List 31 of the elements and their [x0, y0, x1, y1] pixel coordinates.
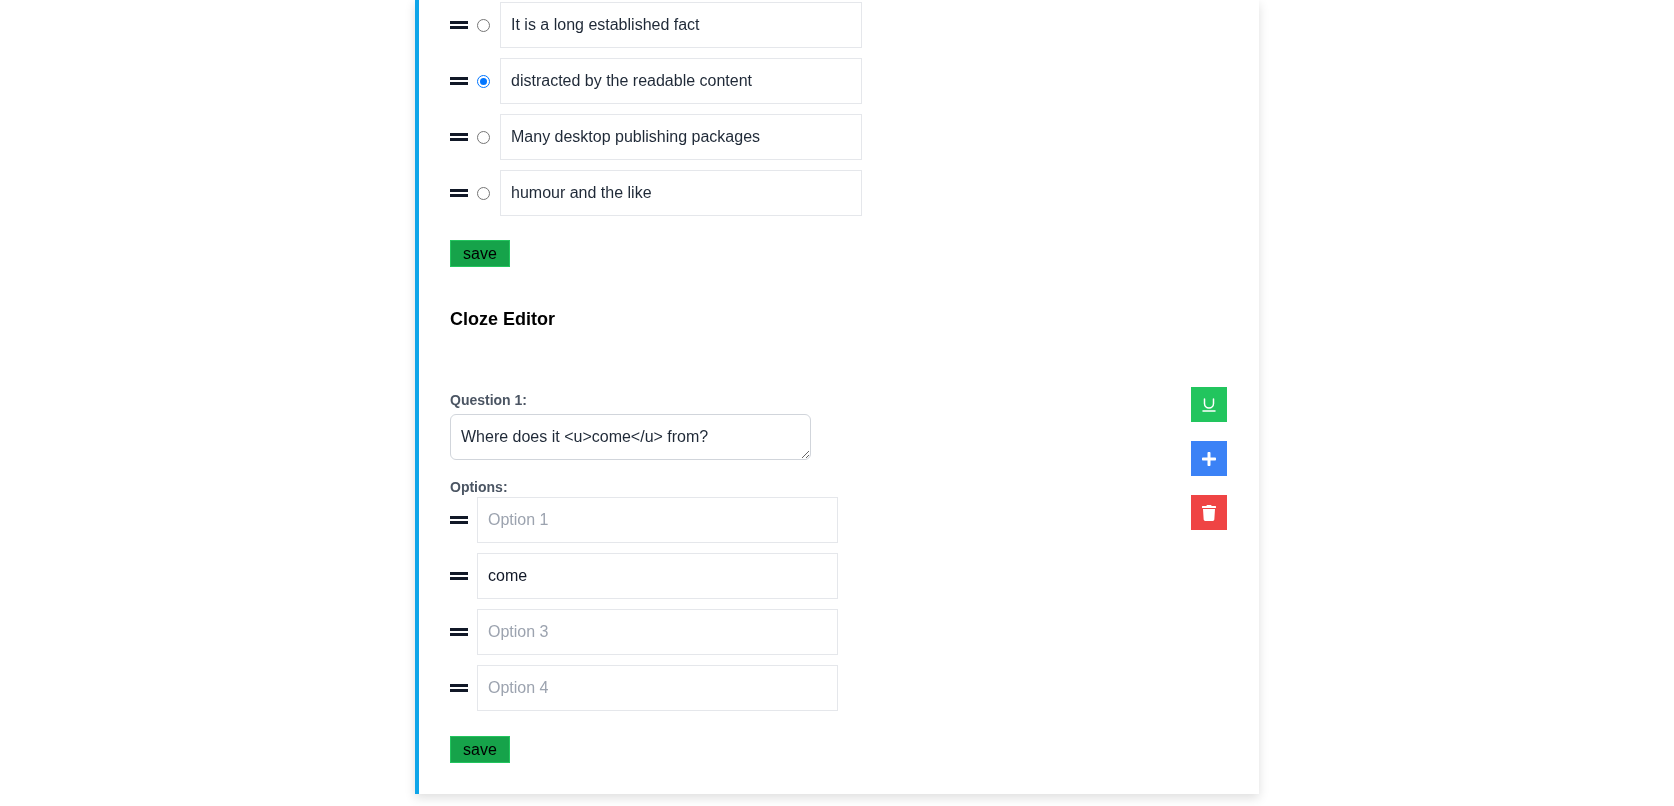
- answer-input[interactable]: Many desktop publishing packages: [500, 114, 862, 160]
- drag-handle-icon[interactable]: [450, 189, 468, 197]
- underline-icon: [1200, 395, 1218, 414]
- radio-button[interactable]: [477, 74, 490, 88]
- drag-handle-icon[interactable]: [450, 133, 468, 141]
- radio-button[interactable]: [477, 186, 490, 200]
- drag-handle-icon[interactable]: [450, 21, 468, 29]
- radio-button[interactable]: [477, 130, 490, 144]
- drag-handle-icon[interactable]: [450, 628, 468, 636]
- drag-handle-icon[interactable]: [450, 77, 468, 85]
- question-textarea[interactable]: Where does it <u>come</u> from?: [450, 414, 811, 460]
- option-input[interactable]: Option 4: [477, 665, 838, 711]
- answer-input[interactable]: distracted by the readable content: [500, 58, 862, 104]
- drag-handle-icon[interactable]: [450, 572, 468, 580]
- radio-button[interactable]: [477, 18, 490, 32]
- option-input[interactable]: Option 1: [477, 497, 838, 543]
- add-button[interactable]: [1191, 441, 1227, 476]
- answer-input[interactable]: humour and the like: [500, 170, 862, 216]
- plus-icon: [1201, 450, 1217, 467]
- drag-handle-icon[interactable]: [450, 516, 468, 524]
- section-heading: Cloze Editor: [450, 308, 556, 331]
- delete-button[interactable]: [1191, 495, 1227, 530]
- option-input[interactable]: Option 3: [477, 609, 838, 655]
- save-button[interactable]: save: [450, 736, 510, 763]
- options-label: Options:: [450, 478, 509, 497]
- save-button[interactable]: save: [450, 240, 510, 267]
- trash-icon: [1201, 504, 1217, 521]
- question-label: Question 1:: [450, 391, 528, 410]
- answer-input[interactable]: It is a long established fact: [500, 2, 862, 48]
- option-input[interactable]: come: [477, 553, 838, 599]
- drag-handle-icon[interactable]: [450, 684, 468, 692]
